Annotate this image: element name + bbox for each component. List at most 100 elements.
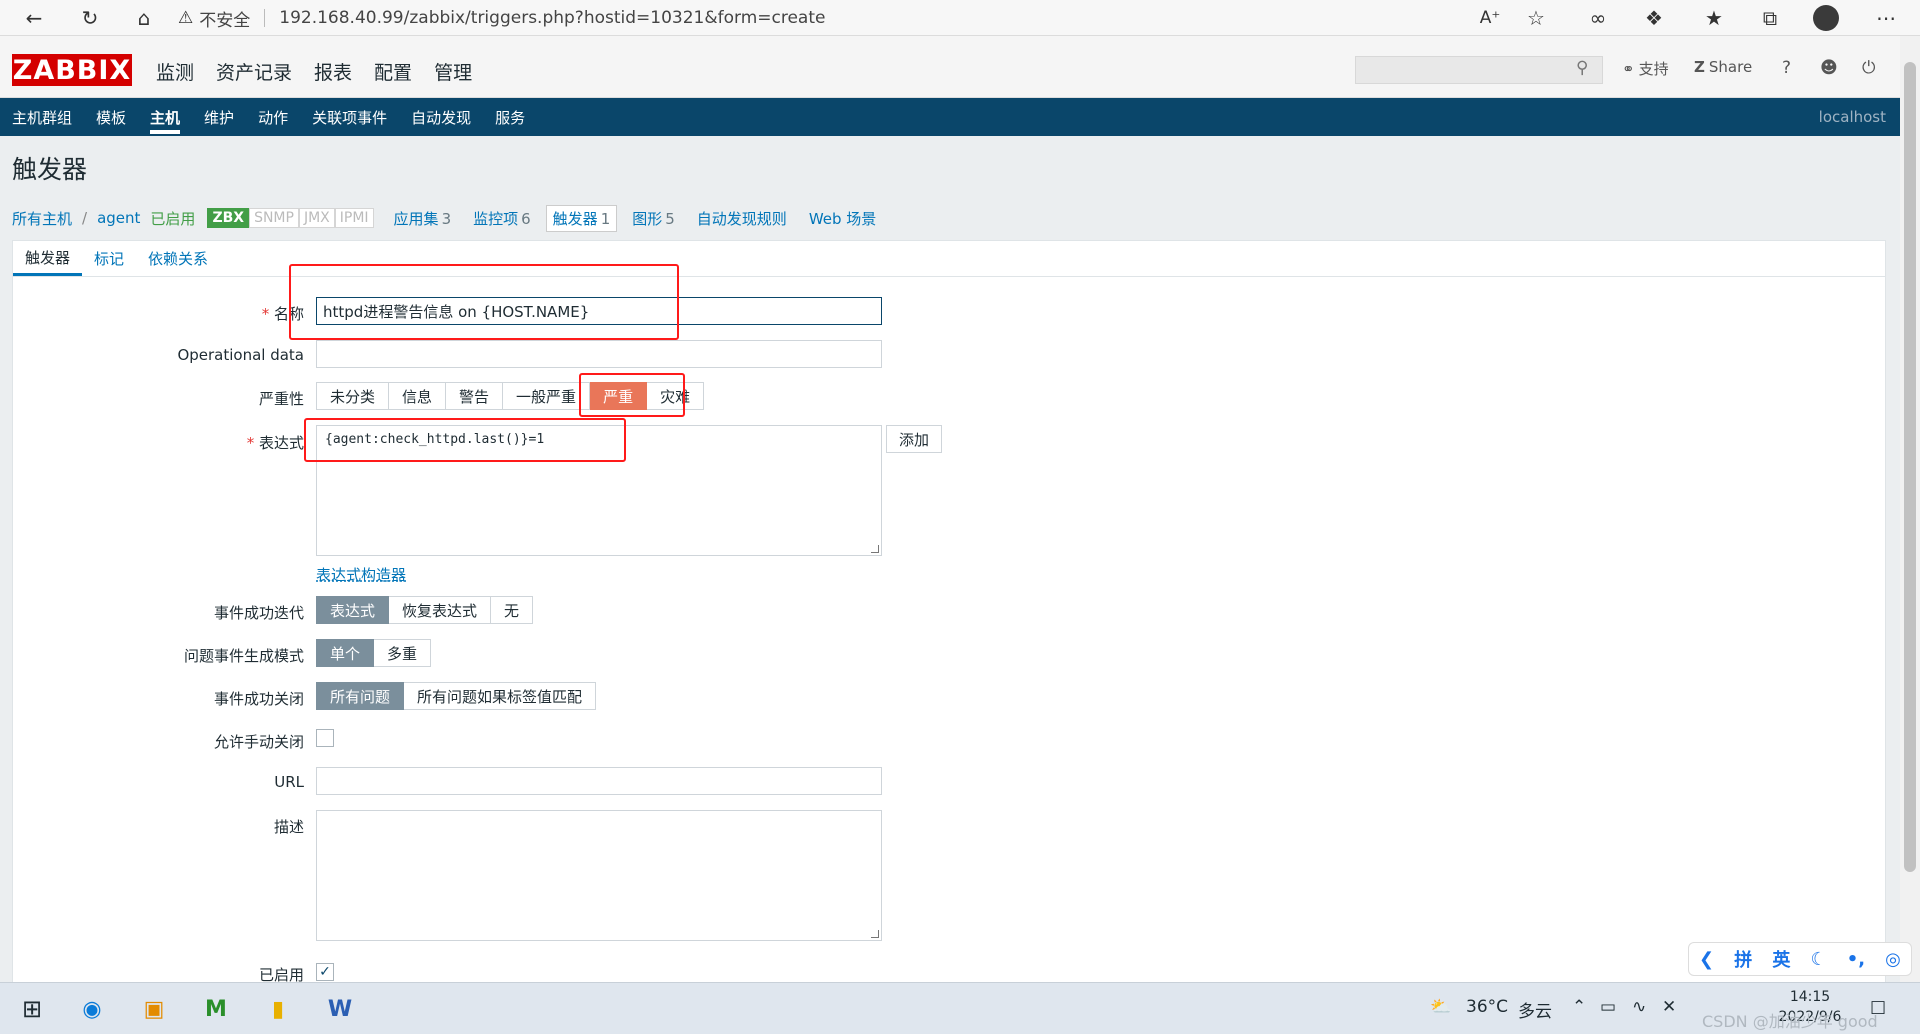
expression-textarea[interactable]: {agent:check_httpd.last()}=1 [316, 425, 882, 556]
name-field[interactable]: httpd进程警告信息 on {HOST.NAME} [316, 297, 882, 325]
search-input[interactable] [1355, 56, 1603, 84]
subnav-event-correlation[interactable]: 关联项事件 [312, 98, 387, 136]
menu-inventory[interactable]: 资产记录 [216, 58, 292, 85]
severity-information[interactable]: 信息 [389, 382, 447, 410]
temperature[interactable]: 36°C [1466, 997, 1508, 1017]
severity-warning[interactable]: 警告 [446, 382, 504, 410]
subnav-hosts[interactable]: 主机 [150, 98, 181, 136]
tab-dependencies[interactable]: 依赖关系 [136, 241, 220, 276]
severity-high[interactable]: 严重 [590, 382, 648, 410]
back-icon[interactable]: ← [20, 4, 48, 32]
subnav-host-groups[interactable]: 主机群组 [12, 98, 72, 136]
file-explorer-icon[interactable]: ▮ [256, 989, 300, 1029]
address-bar[interactable]: ⚠ 不安全 192.168.40.99/zabbix/triggers.php?… [178, 2, 1558, 34]
sub-navigation: 主机群组 模板 主机 维护 动作 关联项事件 自动发现 服务 localhost [0, 98, 1900, 136]
breadcrumb-web-scenarios[interactable]: Web 场景 [809, 208, 876, 229]
edge-browser-icon[interactable]: ◉ [70, 989, 114, 1029]
share-link[interactable]: Z Share [1694, 58, 1752, 76]
severity-not-classified[interactable]: 未分类 [316, 382, 390, 410]
read-aloud-icon[interactable]: A⁺ [1476, 4, 1504, 32]
search-icon[interactable]: ⚲ [1576, 58, 1588, 78]
logout-icon[interactable]: ⏻ [1862, 58, 1875, 78]
gen-mode-label: 问题事件生成模式 [183, 647, 304, 665]
menu-configuration[interactable]: 配置 [374, 58, 412, 85]
taskbar: ⊞ ◉ ▣ M ▮ W ⛅ 36°C 多云 ⌃ ▭ ∿ ✕ 14:15 2022… [0, 982, 1920, 1034]
mobaxterm-icon[interactable]: M [194, 989, 238, 1029]
gen-mode-selector: 单个 多重 [316, 639, 432, 667]
severity-disaster[interactable]: 灾难 [647, 382, 705, 410]
breadcrumb-triggers[interactable]: 触发器 1 [545, 204, 618, 232]
zabbix-logo[interactable]: ZABBIX [12, 54, 132, 86]
breadcrumb-discovery-rules[interactable]: 自动发现规则 [697, 208, 787, 229]
home-icon[interactable]: ⌂ [130, 4, 158, 32]
resize-handle[interactable] [871, 545, 879, 553]
ime-settings-icon[interactable]: ◎ [1885, 949, 1901, 970]
subnav-services[interactable]: 服务 [495, 98, 525, 136]
ime-english[interactable]: 英 [1772, 946, 1790, 972]
ime-pinyin[interactable]: 拼 [1734, 946, 1752, 972]
ok-event-expression[interactable]: 表达式 [316, 596, 390, 624]
breadcrumb-applications[interactable]: 应用集 3 [394, 208, 452, 229]
availability-snmp: SNMP [249, 208, 299, 228]
menu-administration[interactable]: 管理 [434, 58, 472, 85]
gen-mode-single[interactable]: 单个 [316, 639, 375, 667]
ime-punctuation-icon[interactable]: •, [1847, 949, 1865, 970]
help-icon[interactable]: ? [1782, 58, 1791, 78]
vm-app-icon[interactable]: ▣ [132, 989, 176, 1029]
extensions-link-icon[interactable]: ∞ [1584, 4, 1612, 32]
menu-monitoring[interactable]: 监测 [156, 58, 194, 85]
gen-mode-multiple[interactable]: 多重 [374, 639, 432, 667]
add-expression-button[interactable]: 添加 [886, 425, 943, 453]
subnav-templates[interactable]: 模板 [96, 98, 126, 136]
expression-label: 表达式 [4, 432, 304, 453]
favorite-add-icon[interactable]: ☆ [1522, 4, 1550, 32]
favorites-icon[interactable]: ★ [1700, 4, 1728, 32]
subnav-discovery[interactable]: 自动发现 [411, 98, 471, 136]
tab-trigger[interactable]: 触发器 [13, 241, 83, 276]
avatar[interactable] [1812, 4, 1840, 32]
url-field[interactable] [316, 767, 882, 795]
tab-tags[interactable]: 标记 [82, 241, 136, 276]
enabled-checkbox[interactable]: ✓ [316, 963, 334, 981]
share-icon: Z [1694, 58, 1705, 76]
url-text[interactable]: 192.168.40.99/zabbix/triggers.php?hostid… [279, 8, 825, 28]
battery-icon[interactable]: ▭ [1600, 997, 1616, 1017]
ok-event-recovery[interactable]: 恢复表达式 [389, 596, 492, 624]
puzzle-icon[interactable]: ❖ [1640, 4, 1668, 32]
word-icon[interactable]: W [318, 989, 362, 1029]
weather-text[interactable]: 多云 [1518, 997, 1552, 1022]
description-textarea[interactable] [316, 810, 882, 941]
availability-ipmi: IPMI [334, 208, 374, 228]
refresh-icon[interactable]: ↻ [76, 4, 104, 32]
page-scrollbar[interactable] [1900, 36, 1920, 982]
collections-icon[interactable]: ⧉ [1756, 4, 1784, 32]
windows-start-icon[interactable]: ⊞ [10, 989, 54, 1029]
manual-close-checkbox[interactable] [316, 729, 334, 747]
ok-close-label: 事件成功关闭 [213, 690, 304, 708]
ok-close-all[interactable]: 所有问题 [316, 682, 405, 710]
ime-moon-icon[interactable]: ☾ [1810, 949, 1826, 970]
breadcrumb-items[interactable]: 监控项 6 [473, 208, 531, 229]
breadcrumb-graphs[interactable]: 图形 5 [632, 208, 675, 229]
opdata-field[interactable] [316, 340, 882, 368]
resize-handle[interactable] [871, 930, 879, 938]
scrollbar-thumb[interactable] [1904, 62, 1916, 872]
weather-icon[interactable]: ⛅ [1430, 997, 1451, 1017]
tray-chevron-icon[interactable]: ⌃ [1572, 997, 1586, 1017]
ok-event-none[interactable]: 无 [491, 596, 534, 624]
support-link[interactable]: ⚭ 支持 [1622, 58, 1669, 79]
subnav-actions[interactable]: 动作 [258, 98, 288, 136]
ime-logo-icon[interactable]: ❮ [1699, 949, 1714, 970]
expression-builder-link[interactable]: 表达式构造器 [316, 564, 406, 585]
breadcrumb-all-hosts[interactable]: 所有主机 [12, 208, 72, 229]
severity-average[interactable]: 一般严重 [503, 382, 591, 410]
user-profile-icon[interactable]: ☻ [1820, 58, 1838, 78]
more-icon[interactable]: ⋯ [1872, 4, 1900, 32]
volume-muted-icon[interactable]: ✕ [1662, 997, 1676, 1017]
breadcrumb-host[interactable]: agent [97, 209, 140, 227]
status-badge[interactable]: 已启用 [150, 208, 195, 229]
ok-close-tag-match[interactable]: 所有问题如果标签值匹配 [404, 682, 597, 710]
subnav-maintenance[interactable]: 维护 [204, 98, 234, 136]
network-icon[interactable]: ∿ [1632, 997, 1646, 1017]
menu-reports[interactable]: 报表 [314, 58, 352, 85]
